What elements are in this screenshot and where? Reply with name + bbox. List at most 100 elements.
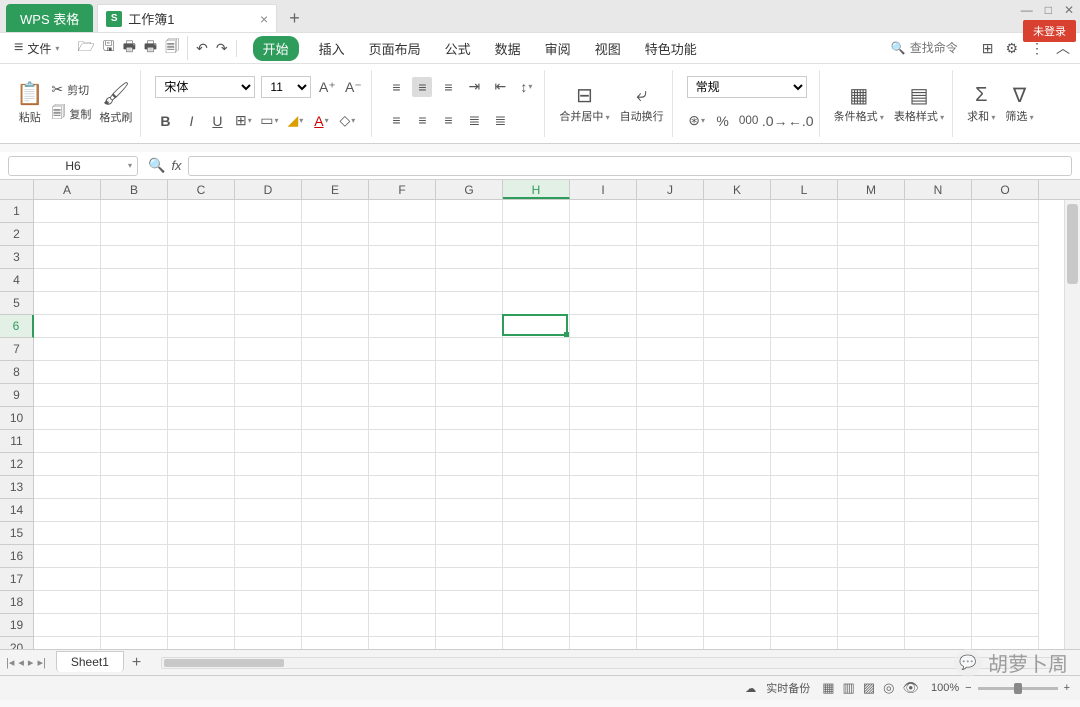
cell-K12[interactable] xyxy=(704,453,771,476)
cell-H17[interactable] xyxy=(503,568,570,591)
cell-A1[interactable] xyxy=(34,200,101,223)
row-header-15[interactable]: 15 xyxy=(0,522,34,545)
cell-M17[interactable] xyxy=(838,568,905,591)
row-header-10[interactable]: 10 xyxy=(0,407,34,430)
col-header-H[interactable]: H xyxy=(503,180,570,199)
cell-I15[interactable] xyxy=(570,522,637,545)
currency-icon[interactable]: ⊛ xyxy=(687,111,707,131)
cell-C11[interactable] xyxy=(168,430,235,453)
cell-I5[interactable] xyxy=(570,292,637,315)
cell-I9[interactable] xyxy=(570,384,637,407)
cell-B6[interactable] xyxy=(101,315,168,338)
cell-K17[interactable] xyxy=(704,568,771,591)
increase-decimal-icon[interactable]: .0→ xyxy=(765,111,785,131)
cell-O5[interactable] xyxy=(972,292,1039,315)
cell-C8[interactable] xyxy=(168,361,235,384)
cell-L9[interactable] xyxy=(771,384,838,407)
decrease-font-icon[interactable]: A⁻ xyxy=(343,77,363,97)
cell-L11[interactable] xyxy=(771,430,838,453)
row-header-3[interactable]: 3 xyxy=(0,246,34,269)
reading-view-icon[interactable]: ◎ xyxy=(881,680,896,696)
cell-I20[interactable] xyxy=(570,637,637,649)
fx-icon[interactable]: fx xyxy=(171,158,181,173)
number-format-select[interactable]: 常规 xyxy=(687,76,807,98)
cell-E20[interactable] xyxy=(302,637,369,649)
cell-C10[interactable] xyxy=(168,407,235,430)
cell-J4[interactable] xyxy=(637,269,704,292)
tab-公式[interactable]: 公式 xyxy=(441,36,475,61)
cell-N9[interactable] xyxy=(905,384,972,407)
align-center-icon[interactable]: ≡ xyxy=(412,110,432,130)
cell-I10[interactable] xyxy=(570,407,637,430)
cell-C3[interactable] xyxy=(168,246,235,269)
cell-K3[interactable] xyxy=(704,246,771,269)
cell-D11[interactable] xyxy=(235,430,302,453)
col-header-K[interactable]: K xyxy=(704,180,771,199)
cell-D10[interactable] xyxy=(235,407,302,430)
cell-M20[interactable] xyxy=(838,637,905,649)
cell-F20[interactable] xyxy=(369,637,436,649)
cell-F5[interactable] xyxy=(369,292,436,315)
cell-B4[interactable] xyxy=(101,269,168,292)
row-header-8[interactable]: 8 xyxy=(0,361,34,384)
cell-C18[interactable] xyxy=(168,591,235,614)
cell-A17[interactable] xyxy=(34,568,101,591)
cell-A12[interactable] xyxy=(34,453,101,476)
cell-D5[interactable] xyxy=(235,292,302,315)
percent-icon[interactable]: % xyxy=(713,111,733,131)
cell-C4[interactable] xyxy=(168,269,235,292)
format-painter-button[interactable]: 🖌 格式刷 xyxy=(99,81,132,125)
cell-I18[interactable] xyxy=(570,591,637,614)
horizontal-scrollbar[interactable] xyxy=(161,657,1060,669)
scroll-thumb[interactable] xyxy=(1067,204,1078,284)
cell-D19[interactable] xyxy=(235,614,302,637)
cell-E9[interactable] xyxy=(302,384,369,407)
cell-J19[interactable] xyxy=(637,614,704,637)
cell-D2[interactable] xyxy=(235,223,302,246)
cell-L8[interactable] xyxy=(771,361,838,384)
cell-N18[interactable] xyxy=(905,591,972,614)
cell-L10[interactable] xyxy=(771,407,838,430)
cell-I2[interactable] xyxy=(570,223,637,246)
cell-F2[interactable] xyxy=(369,223,436,246)
cell-H10[interactable] xyxy=(503,407,570,430)
command-search-input[interactable] xyxy=(910,41,970,55)
hscroll-thumb[interactable] xyxy=(164,659,284,667)
cell-H20[interactable] xyxy=(503,637,570,649)
zoom-slider[interactable] xyxy=(978,687,1058,690)
cell-B16[interactable] xyxy=(101,545,168,568)
cell-J12[interactable] xyxy=(637,453,704,476)
cell-O4[interactable] xyxy=(972,269,1039,292)
name-box[interactable]: H6 xyxy=(8,156,138,176)
cell-H11[interactable] xyxy=(503,430,570,453)
cell-N1[interactable] xyxy=(905,200,972,223)
table-style-button[interactable]: ▤ 表格样式 xyxy=(894,84,944,124)
cell-H13[interactable] xyxy=(503,476,570,499)
cell-B18[interactable] xyxy=(101,591,168,614)
cell-E4[interactable] xyxy=(302,269,369,292)
cell-K11[interactable] xyxy=(704,430,771,453)
cell-K19[interactable] xyxy=(704,614,771,637)
cell-M12[interactable] xyxy=(838,453,905,476)
backup-icon[interactable]: ☁ xyxy=(745,682,756,695)
cell-H19[interactable] xyxy=(503,614,570,637)
cell-O3[interactable] xyxy=(972,246,1039,269)
cell-E17[interactable] xyxy=(302,568,369,591)
cell-G10[interactable] xyxy=(436,407,503,430)
clear-format-icon[interactable]: ◇ xyxy=(337,111,357,131)
login-badge[interactable]: 未登录 xyxy=(1023,20,1076,42)
cell-N16[interactable] xyxy=(905,545,972,568)
cell-L5[interactable] xyxy=(771,292,838,315)
cell-N2[interactable] xyxy=(905,223,972,246)
cell-F1[interactable] xyxy=(369,200,436,223)
cell-I13[interactable] xyxy=(570,476,637,499)
sheet-last-icon[interactable]: ▸| xyxy=(37,656,45,669)
cell-F10[interactable] xyxy=(369,407,436,430)
cell-H3[interactable] xyxy=(503,246,570,269)
row-header-20[interactable]: 20 xyxy=(0,637,34,649)
row-header-7[interactable]: 7 xyxy=(0,338,34,361)
cell-F18[interactable] xyxy=(369,591,436,614)
open-icon[interactable]: 🗁 xyxy=(77,36,94,60)
cell-E19[interactable] xyxy=(302,614,369,637)
col-header-B[interactable]: B xyxy=(101,180,168,199)
